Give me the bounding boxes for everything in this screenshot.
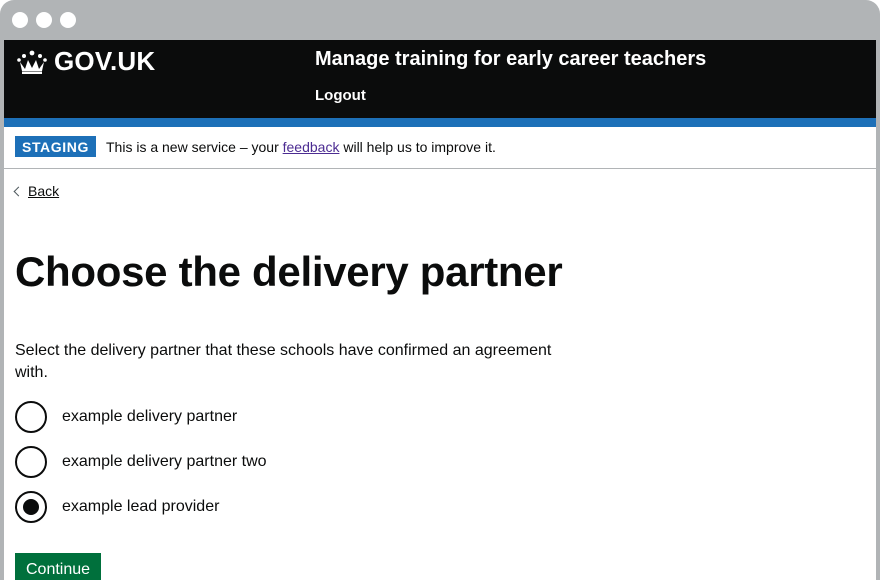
radio-option-lead-provider[interactable]: example lead provider xyxy=(15,491,219,523)
window-dot-2[interactable] xyxy=(36,12,52,28)
page-viewport: GOV.UK Manage training for early career … xyxy=(4,40,876,580)
back-link-label: Back xyxy=(28,183,60,199)
chevron-left-icon xyxy=(13,186,24,197)
govuk-logo-link[interactable]: GOV.UK xyxy=(16,46,155,77)
logo-text: GOV.UK xyxy=(54,46,156,76)
phase-tag: STAGING xyxy=(15,136,96,157)
feedback-link[interactable]: feedback xyxy=(283,139,340,155)
gov-header: GOV.UK Manage training for early career … xyxy=(4,40,876,127)
radio-button-2[interactable] xyxy=(15,446,47,478)
radio-label-3[interactable]: example lead provider xyxy=(62,498,219,516)
radio-option-delivery-partner-two[interactable]: example delivery partner two xyxy=(15,446,267,478)
window-dot-1[interactable] xyxy=(12,12,28,28)
window-controls xyxy=(12,12,76,28)
radio-option-delivery-partner[interactable]: example delivery partner xyxy=(15,401,237,433)
service-name[interactable]: Manage training for early career teacher… xyxy=(315,48,706,71)
browser-window: GOV.UK Manage training for early career … xyxy=(0,0,880,580)
phase-banner-text: This is a new service – your feedback wi… xyxy=(106,139,496,155)
logout-link[interactable]: Logout xyxy=(315,87,366,104)
phase-text-after: will help us to improve it. xyxy=(339,139,496,155)
back-link[interactable]: Back xyxy=(13,183,60,199)
radio-button-3[interactable] xyxy=(15,491,47,523)
window-dot-3[interactable] xyxy=(60,12,76,28)
page-title: Choose the delivery partner xyxy=(15,248,563,295)
continue-button[interactable]: Continue xyxy=(15,553,102,580)
phase-banner: STAGING This is a new service – your fee… xyxy=(4,127,876,169)
radio-button-1[interactable] xyxy=(15,401,47,433)
phase-text-before: This is a new service – your xyxy=(106,139,283,155)
crown-icon xyxy=(16,49,48,75)
radio-label-2[interactable]: example delivery partner two xyxy=(62,453,267,471)
radio-hint: Select the delivery partner that these s… xyxy=(15,342,552,381)
radio-label-1[interactable]: example delivery partner xyxy=(62,408,237,426)
